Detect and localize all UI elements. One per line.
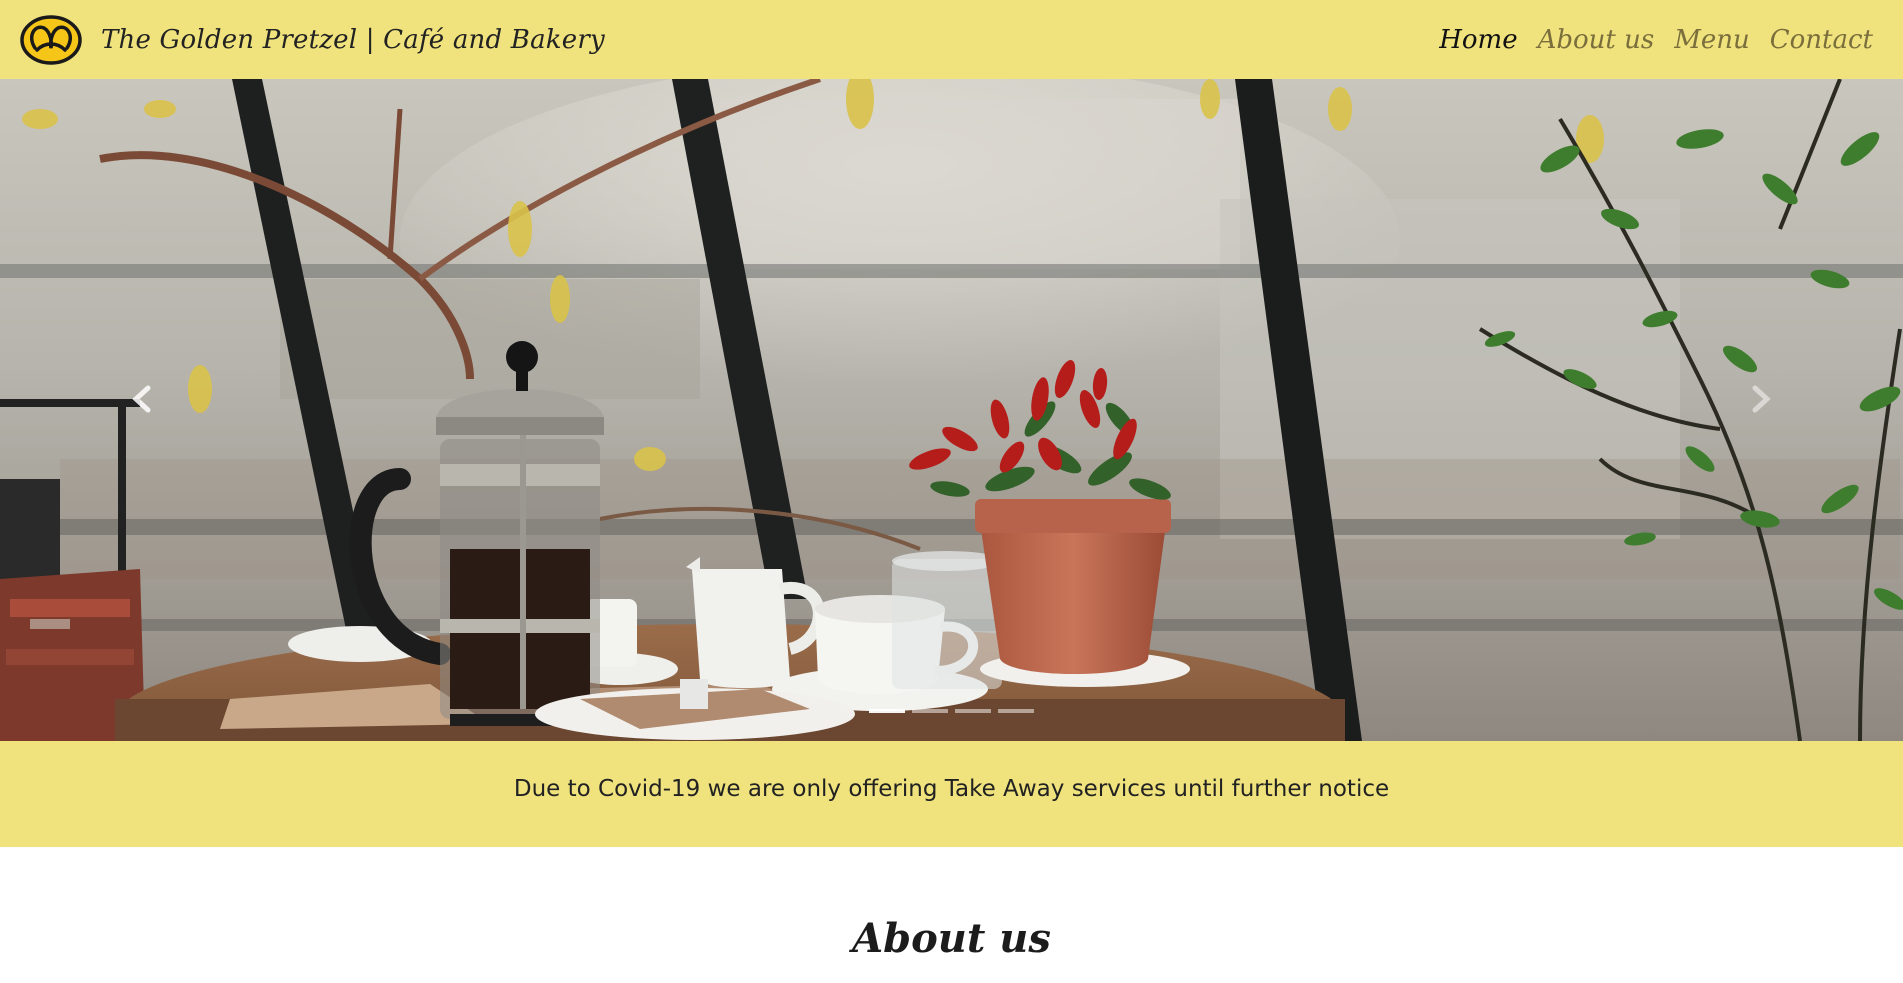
cafe-table-photo	[0, 79, 1903, 741]
nav-link-menu[interactable]: Menu	[1674, 25, 1750, 55]
chevron-right-icon	[1752, 385, 1771, 413]
carousel-prev-button[interactable]	[112, 369, 172, 429]
carousel-indicator-3[interactable]	[955, 709, 991, 713]
about-us-heading: About us	[852, 915, 1051, 962]
nav-link-about-us[interactable]: About us	[1538, 25, 1655, 55]
chevron-left-icon	[132, 385, 151, 413]
hero-carousel	[0, 79, 1903, 741]
carousel-indicator-4[interactable]	[998, 709, 1034, 713]
brand-title: The Golden Pretzel | Café and Bakery	[101, 24, 605, 55]
pretzel-logo-icon	[20, 14, 82, 65]
carousel-indicator-1[interactable]	[869, 709, 905, 713]
nav-link-contact[interactable]: Contact	[1770, 25, 1873, 55]
covid-notice-text: Due to Covid-19 we are only offering Tak…	[513, 776, 1390, 802]
nav-links: Home About us Menu Contact	[1419, 0, 1873, 79]
carousel-indicator-2[interactable]	[912, 709, 948, 713]
brand-link[interactable]: The Golden Pretzel | Café and Bakery	[19, 14, 605, 66]
covid-notice-bar: Due to Covid-19 we are only offering Tak…	[0, 741, 1903, 847]
nav-link-home[interactable]: Home	[1439, 25, 1517, 55]
carousel-next-button[interactable]	[1731, 369, 1791, 429]
carousel-indicators	[0, 709, 1903, 713]
navbar: The Golden Pretzel | Café and Bakery Hom…	[0, 0, 1903, 79]
